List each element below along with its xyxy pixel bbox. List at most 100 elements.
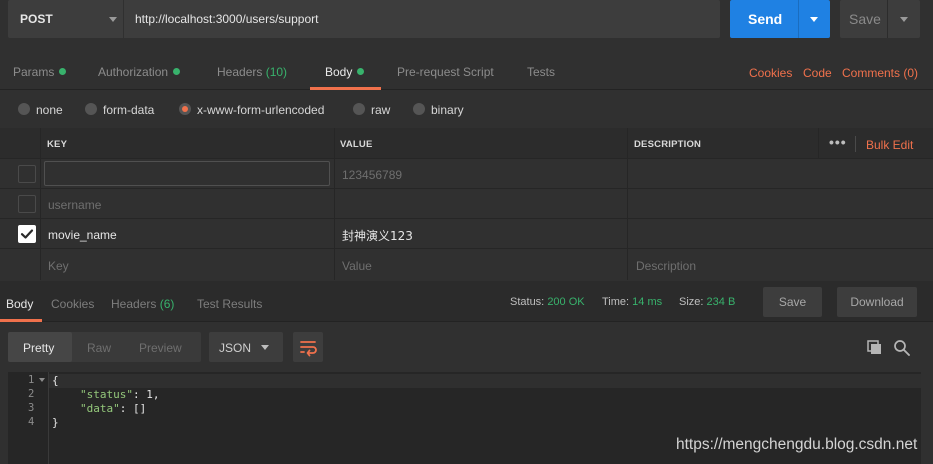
code-link[interactable]: Code — [803, 66, 832, 80]
radio-form-data-label[interactable]: form-data — [103, 103, 154, 117]
tab-params-label: Params — [13, 65, 55, 79]
row-checkbox[interactable] — [18, 195, 36, 213]
key-input[interactable] — [44, 161, 330, 186]
tab-pre-request-label: Pre-request Script — [397, 65, 494, 79]
status-value: 200 OK — [547, 296, 585, 308]
headers-count: (10) — [265, 65, 288, 79]
view-mode-selector: Pretty Raw Preview — [8, 332, 201, 362]
comments-link[interactable]: Comments (0) — [842, 66, 918, 80]
checkmark-icon — [20, 229, 34, 239]
request-bar: POST http://localhost:3000/users/support… — [0, 0, 933, 50]
table-row: username — [0, 189, 933, 219]
value-placeholder[interactable]: Value — [342, 259, 372, 273]
tab-params[interactable]: Params — [13, 65, 67, 79]
tab-pre-request-script[interactable]: Pre-request Script — [397, 65, 494, 79]
radio-raw[interactable] — [353, 103, 365, 115]
column-divider — [627, 128, 628, 280]
radio-raw-label[interactable]: raw — [371, 103, 390, 117]
key-cell[interactable]: username — [48, 198, 101, 212]
mode-raw[interactable]: Raw — [87, 341, 111, 355]
response-tab-cookies[interactable]: Cookies — [51, 297, 94, 311]
format-select[interactable]: JSON — [209, 332, 283, 362]
table-header-row: KEY VALUE DESCRIPTION ••• Bulk Edit — [0, 128, 933, 159]
response-tab-body[interactable]: Body — [6, 297, 33, 311]
request-tabs: Params Authorization Headers (10) Body P… — [0, 50, 933, 90]
save-request-label: Save — [849, 11, 881, 27]
radio-none-label[interactable]: none — [36, 103, 63, 117]
save-response-button[interactable]: Save — [763, 287, 822, 317]
table-row: movie_name 封神演义123 — [0, 219, 933, 249]
key-placeholder[interactable]: Key — [48, 259, 69, 273]
tab-body-label: Body — [325, 65, 353, 79]
column-header-value: VALUE — [340, 139, 373, 150]
response-viewer-toolbar: Pretty Raw Preview JSON — [0, 322, 933, 372]
wrap-lines-button[interactable] — [293, 332, 323, 362]
download-button[interactable]: Download — [837, 287, 917, 317]
radio-urlencoded-label[interactable]: x-www-form-urlencoded — [197, 103, 324, 117]
tab-body[interactable]: Body — [325, 65, 365, 79]
response-tab-test-results[interactable]: Test Results — [197, 297, 262, 311]
json-value: : 1, — [132, 388, 160, 401]
line-number: 4 — [28, 416, 35, 428]
row-checkbox-checked[interactable] — [18, 225, 36, 243]
save-divider — [887, 0, 888, 38]
key-cell[interactable]: movie_name — [48, 228, 117, 242]
code-line: "status": 1, — [80, 388, 159, 401]
status-dot-icon — [173, 68, 181, 75]
response-tab-headers[interactable]: Headers (6) — [111, 297, 174, 311]
bulk-edit-link[interactable]: Bulk Edit — [866, 138, 913, 152]
url-input[interactable]: http://localhost:3000/users/support — [124, 0, 720, 38]
ellipsis-icon[interactable]: ••• — [829, 134, 847, 150]
mode-pretty[interactable]: Pretty — [23, 341, 54, 355]
params-table: KEY VALUE DESCRIPTION ••• Bulk Edit 1234… — [0, 128, 933, 280]
radio-binary-label[interactable]: binary — [431, 103, 464, 117]
radio-x-www-form-urlencoded[interactable] — [179, 103, 191, 115]
save-options-chevron-icon[interactable] — [900, 17, 908, 22]
tab-tests[interactable]: Tests — [527, 65, 555, 79]
send-options-chevron-icon[interactable] — [810, 17, 818, 22]
status-readout: Status: 200 OK — [510, 296, 585, 308]
radio-form-data[interactable] — [85, 103, 97, 115]
active-line-highlight — [49, 374, 921, 388]
method-label: POST — [20, 12, 53, 26]
cookies-link[interactable]: Cookies — [749, 66, 792, 80]
response-bar: Body Cookies Headers (6) Test Results St… — [0, 281, 933, 322]
active-tab-indicator — [310, 87, 381, 90]
search-icon[interactable] — [893, 339, 911, 357]
line-number: 1 — [28, 374, 35, 386]
line-number: 3 — [28, 402, 35, 414]
send-button[interactable]: Send — [730, 0, 830, 38]
table-row: 123456789 — [0, 159, 933, 189]
mode-preview[interactable]: Preview — [139, 341, 182, 355]
json-key: "data" — [80, 402, 120, 415]
value-cell[interactable]: 123456789 — [342, 168, 402, 182]
save-request-button[interactable]: Save — [840, 0, 920, 38]
value-cell[interactable]: 封神演义123 — [342, 227, 413, 244]
code-line: "data": [] — [80, 402, 146, 415]
column-header-key: KEY — [47, 139, 68, 150]
description-placeholder[interactable]: Description — [636, 259, 696, 273]
column-divider — [818, 128, 819, 159]
chevron-down-icon — [109, 17, 117, 22]
tab-authorization[interactable]: Authorization — [98, 65, 181, 79]
row-checkbox[interactable] — [18, 165, 36, 183]
time-label: Time: — [602, 296, 630, 308]
method-select[interactable]: POST — [8, 0, 123, 38]
watermark: https://mengchengdu.blog.csdn.net — [676, 436, 918, 453]
size-label: Size: — [679, 296, 704, 308]
tab-tests-label: Tests — [527, 65, 556, 79]
copy-icon[interactable] — [866, 339, 884, 357]
status-dot-icon — [357, 68, 365, 75]
size-readout: Size: 234 B — [679, 296, 735, 308]
url-text: http://localhost:3000/users/support — [135, 12, 319, 26]
tab-headers-label: Headers — [217, 65, 263, 79]
radio-binary[interactable] — [413, 103, 425, 115]
fold-chevron-icon[interactable] — [39, 378, 45, 382]
time-readout: Time: 14 ms — [602, 296, 662, 308]
tab-headers[interactable]: Headers (10) — [217, 65, 287, 79]
radio-none[interactable] — [18, 103, 30, 115]
code-line: } — [52, 416, 59, 429]
code-token: } — [52, 416, 59, 429]
format-label: JSON — [219, 341, 252, 355]
column-divider — [334, 128, 335, 280]
